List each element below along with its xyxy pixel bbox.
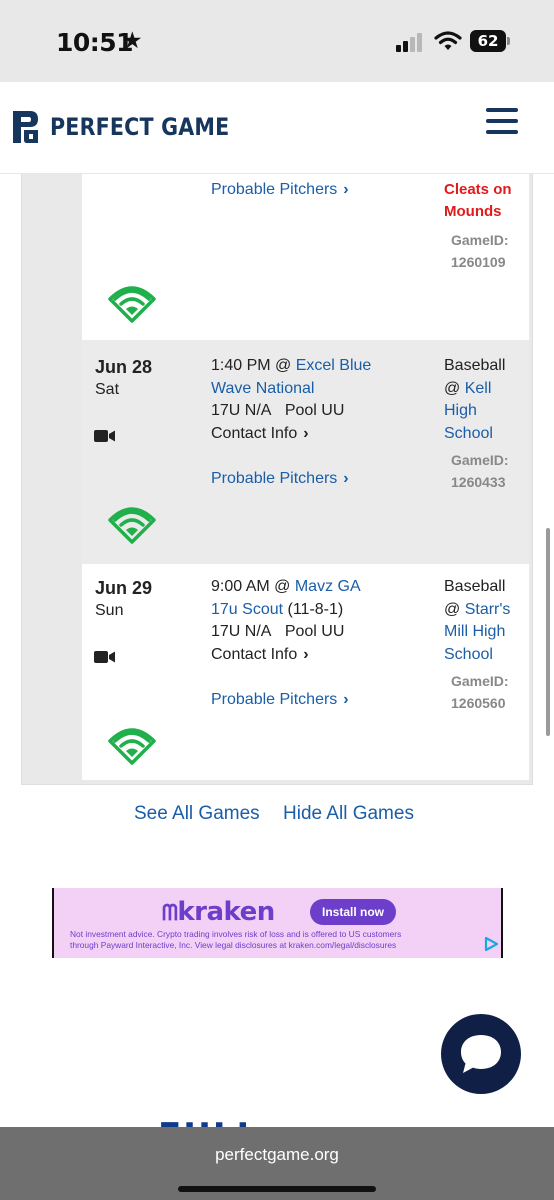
video-camera-icon[interactable] <box>94 429 116 443</box>
ad-disclaimer: Not investment advice. Crypto trading in… <box>70 929 402 950</box>
sport-label: Baseball <box>444 357 506 374</box>
game-id-label: GameID: <box>451 452 509 468</box>
hamburger-menu-icon[interactable] <box>486 108 518 134</box>
venue-line[interactable]: Mounds <box>444 201 502 223</box>
game-id-label: GameID: <box>451 673 509 689</box>
game-time: 1:40 PM @ Excel Blue <box>211 357 372 374</box>
division-pool: 17U N/A Pool UU <box>211 402 345 419</box>
game-id-label: GameID: <box>451 232 509 248</box>
chevron-right-icon: › <box>303 646 309 663</box>
game-time: 9:00 AM @ Mavz GA <box>211 578 361 595</box>
baseball-field-icon[interactable] <box>104 721 160 765</box>
game-day: Sat <box>95 381 120 398</box>
venue-line: @ Kell <box>444 380 492 397</box>
opponent-line: 17u Scout (11-8-1) <box>211 599 343 621</box>
venue-link[interactable]: Kell <box>465 380 492 397</box>
baseball-field-icon[interactable] <box>104 279 160 323</box>
status-bar: 10:51 ★ 62 <box>0 0 554 82</box>
star-icon: ★ <box>122 27 143 53</box>
browser-url-bar[interactable]: perfectgame.org <box>0 1127 554 1200</box>
sport-label: Baseball <box>444 578 506 595</box>
brand-name[interactable]: PERFECT GAME <box>50 113 229 141</box>
battery-icon: 62 <box>470 30 506 52</box>
venue-link[interactable]: High <box>444 400 477 422</box>
chevron-right-icon: › <box>343 691 349 708</box>
kraken-logo[interactable]: ᗰkraken <box>162 897 275 927</box>
chat-bubble-icon <box>461 1035 501 1073</box>
probable-pitchers-link[interactable]: Probable Pitchers › <box>211 689 349 711</box>
opponent-link[interactable]: Excel Blue <box>296 357 372 374</box>
game-day: Sun <box>95 602 124 619</box>
chevron-right-icon: › <box>343 181 349 198</box>
contact-info-link[interactable]: Contact Info › <box>211 423 309 445</box>
probable-pitchers-link[interactable]: Probable Pitchers › <box>211 179 349 201</box>
venue-link[interactable]: Starr's <box>465 601 511 618</box>
venue-line: @ Starr's <box>444 601 511 618</box>
baseball-field-icon[interactable] <box>104 500 160 544</box>
install-now-button[interactable]: Install now <box>310 899 396 925</box>
chat-button[interactable] <box>441 1014 521 1094</box>
chevron-right-icon: › <box>343 470 349 487</box>
perfect-game-logo-icon[interactable] <box>10 108 42 146</box>
adchoices-icon[interactable] <box>482 936 500 952</box>
game-date: Jun 29 <box>95 578 153 598</box>
site-header: PERFECT GAME <box>0 82 554 174</box>
hide-all-games-link[interactable]: Hide All Games <box>283 803 414 825</box>
game-date: Jun 28 <box>95 357 153 377</box>
venue-line[interactable]: Cleats on <box>444 179 512 201</box>
venue-link[interactable]: School <box>444 423 493 445</box>
probable-pitchers-link[interactable]: Probable Pitchers › <box>211 468 349 490</box>
battery-tip <box>507 37 510 45</box>
opponent-record: (11-8-1) <box>287 601 344 618</box>
game-id: 1260560 <box>451 695 506 711</box>
opponent-link[interactable]: Mavz GA <box>295 578 361 595</box>
scrollbar-thumb[interactable] <box>546 528 550 736</box>
cellular-signal-icon <box>396 32 426 52</box>
division-pool: 17U N/A Pool UU <box>211 623 345 640</box>
game-id: 1260109 <box>451 254 506 270</box>
home-indicator[interactable] <box>178 1186 376 1192</box>
opponent-link[interactable]: 17u Scout <box>211 601 283 618</box>
kraken-mark-icon: ᗰ <box>162 901 178 926</box>
url-text[interactable]: perfectgame.org <box>0 1145 554 1165</box>
venue-link[interactable]: School <box>444 644 493 666</box>
opponent-link[interactable]: Wave National <box>211 378 314 400</box>
venue-link[interactable]: Mill High <box>444 621 505 643</box>
see-all-games-link[interactable]: See All Games <box>134 803 260 825</box>
game-id: 1260433 <box>451 474 506 490</box>
video-camera-icon[interactable] <box>94 650 116 664</box>
contact-info-link[interactable]: Contact Info › <box>211 644 309 666</box>
wifi-icon <box>434 31 462 50</box>
advertisement-banner[interactable]: ᗰkraken Install now Not investment advic… <box>52 888 503 958</box>
chevron-right-icon: › <box>303 425 309 442</box>
